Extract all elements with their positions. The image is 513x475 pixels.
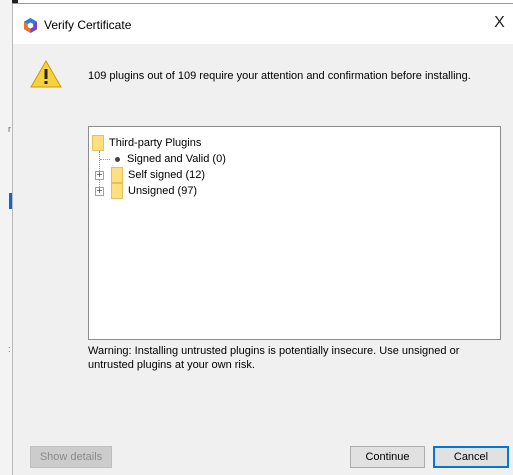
- cancel-button[interactable]: Cancel: [433, 446, 509, 468]
- folder-icon: [111, 167, 123, 183]
- tree-node-label: Self signed (12): [128, 169, 206, 181]
- leaf-dot-icon: [115, 157, 120, 162]
- tree-node-signed-valid[interactable]: Signed and Valid (0): [92, 151, 292, 167]
- continue-button[interactable]: Continue: [350, 446, 425, 468]
- warning-icon: [30, 60, 62, 88]
- show-details-button[interactable]: Show details: [30, 446, 112, 468]
- background-text-fragment: :: [8, 344, 11, 354]
- title-bar[interactable]: Verify Certificate X: [13, 4, 513, 44]
- tree-node-unsigned[interactable]: + Unsigned (97): [92, 183, 292, 199]
- attention-message: 109 plugins out of 109 require your atte…: [88, 70, 471, 82]
- tree-node-label: Third-party Plugins: [109, 137, 202, 149]
- background-text-fragment: r: [8, 124, 11, 134]
- verifier-app-icon: [24, 18, 37, 33]
- expand-toggle[interactable]: +: [95, 187, 104, 196]
- expand-toggle[interactable]: +: [95, 171, 104, 180]
- verify-certificate-dialog: Verify Certificate X 109 plugins out of …: [12, 4, 513, 475]
- tree-node-label: Signed and Valid (0): [127, 153, 226, 165]
- security-warning: Warning: Installing untrusted plugins is…: [88, 345, 460, 371]
- close-button[interactable]: X: [485, 8, 513, 40]
- background-window: [0, 0, 12, 475]
- tree-node-label: Unsigned (97): [128, 185, 198, 197]
- plugin-tree[interactable]: Third-party Plugins Signed and Valid (0)…: [88, 126, 501, 340]
- tree-node-self-signed[interactable]: + Self signed (12): [92, 167, 292, 183]
- folder-icon: [92, 135, 104, 151]
- folder-icon: [111, 183, 123, 199]
- window-title: Verify Certificate: [44, 18, 132, 32]
